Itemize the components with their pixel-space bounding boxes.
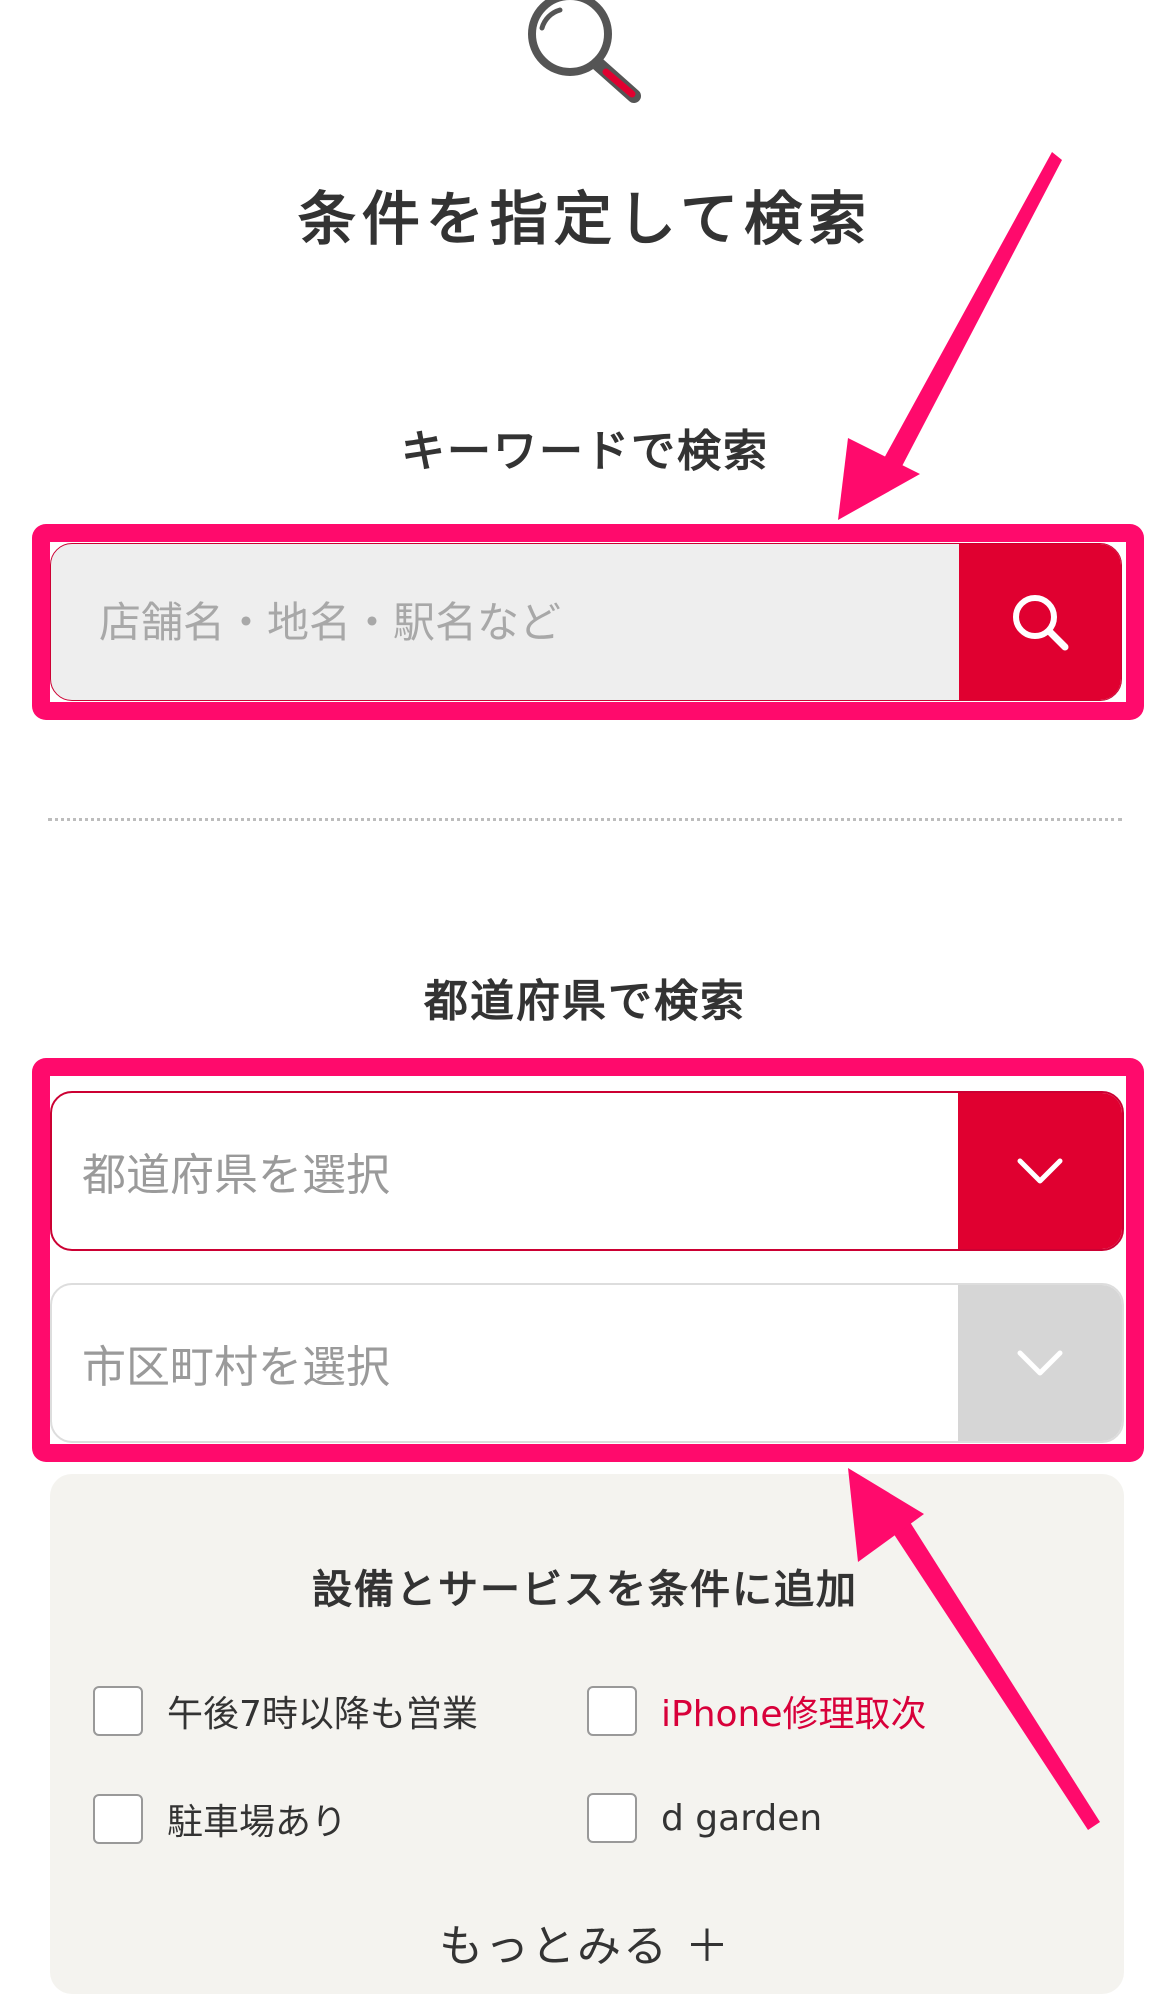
section-divider (48, 818, 1122, 821)
checkbox[interactable] (587, 1793, 637, 1843)
checkbox[interactable] (587, 1686, 637, 1736)
facility-option-late-hours[interactable]: 午後7時以降も営業 (93, 1685, 478, 1737)
keyword-search-input[interactable] (51, 544, 959, 700)
city-select[interactable]: 市区町村を選択 (50, 1283, 1124, 1443)
facility-option-d-garden[interactable]: d garden (587, 1793, 822, 1843)
chevron-down-icon (1017, 1350, 1063, 1376)
keyword-search-box (50, 543, 1122, 701)
city-select-label: 市区町村を選択 (82, 1342, 390, 1393)
facility-option-parking[interactable]: 駐車場あり (93, 1793, 347, 1845)
prefecture-select[interactable]: 都道府県を選択 (50, 1091, 1124, 1251)
facility-option-iphone-repair[interactable]: iPhone修理取次 (587, 1685, 927, 1737)
page-title: 条件を指定して検索 (297, 185, 873, 253)
search-icon (1013, 595, 1069, 651)
facility-option-label: d garden (661, 1797, 823, 1839)
prefecture-select-label: 都道府県を選択 (82, 1150, 390, 1201)
show-more-link[interactable]: もっとみる ＋ (0, 1910, 1170, 1974)
facilities-title: 設備とサービスを条件に追加 (312, 1567, 858, 1613)
magnifier-icon (528, 0, 641, 103)
facility-option-label: iPhone修理取次 (661, 1694, 927, 1735)
chevron-down-icon (1017, 1158, 1063, 1184)
facility-option-label: 午後7時以降も営業 (167, 1694, 478, 1735)
keyword-search-title: キーワードで検索 (401, 426, 769, 477)
facility-option-label: 駐車場あり (167, 1802, 348, 1843)
search-button[interactable] (959, 544, 1121, 700)
checkbox[interactable] (93, 1686, 143, 1736)
city-dropdown-button[interactable] (958, 1285, 1122, 1441)
prefecture-search-title: 都道府県で検索 (424, 976, 746, 1027)
checkbox[interactable] (93, 1794, 143, 1844)
prefecture-dropdown-button[interactable] (958, 1093, 1122, 1249)
